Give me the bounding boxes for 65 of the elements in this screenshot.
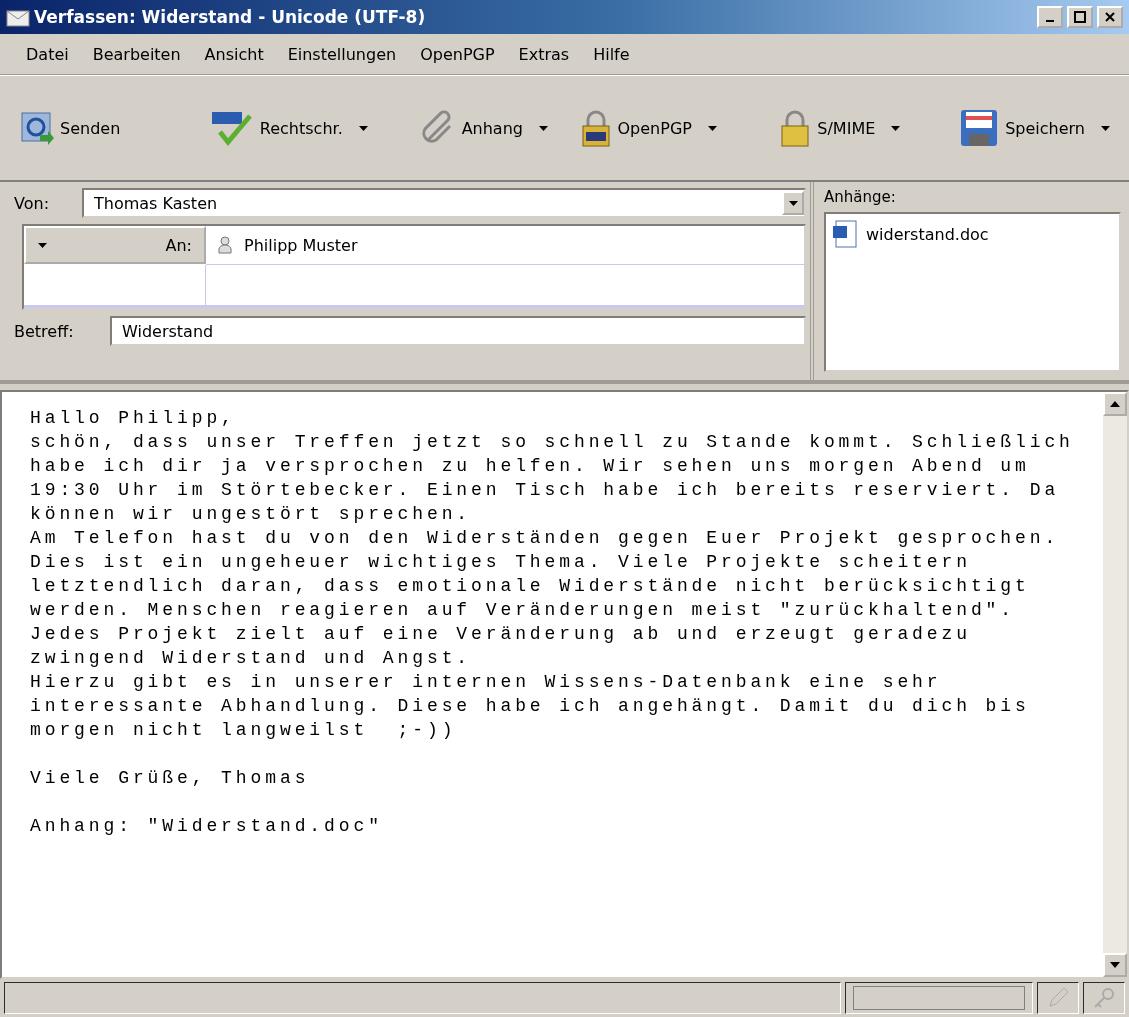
minimize-button[interactable]: [1037, 6, 1063, 28]
caret-icon: [788, 200, 798, 206]
menu-item[interactable]: Datei: [14, 44, 81, 64]
caret-icon: [891, 126, 901, 131]
caret-icon: [1101, 126, 1110, 131]
body-text-line: schön, dass unser Treffen jetzt so schnell zu Stande kommt. Schließlich: [30, 431, 1075, 454]
scroll-up-button[interactable]: [1103, 392, 1127, 416]
toolbar-button[interactable]: Speichern: [959, 108, 1129, 148]
toolbar-button[interactable]: S/MIME: [779, 108, 960, 148]
close-icon: [1105, 12, 1115, 22]
close-button[interactable]: [1097, 6, 1123, 28]
pencil-icon: [1046, 986, 1070, 1010]
envelope-icon: [6, 7, 30, 27]
body-text-line: können wir ungestört sprechen.: [30, 503, 473, 526]
empty-recipient-type-cell[interactable]: [24, 265, 206, 308]
menu-item[interactable]: Ansicht: [192, 44, 276, 64]
menu-item[interactable]: Extras: [506, 44, 582, 64]
subject-field[interactable]: Widerstand: [110, 316, 806, 346]
caret-icon: [38, 242, 47, 248]
toolbar-button[interactable]: Senden: [20, 111, 210, 145]
minimize-icon: [1046, 20, 1054, 22]
window-title: Verfassen: Widerstand - Unicode (UTF-8): [34, 7, 427, 27]
down-arrow-icon: [1110, 962, 1120, 968]
body-text-line: 19:30 Uhr im Störtebecker. Einen Tisch habe ich bereits reserviert. Da: [30, 479, 1061, 502]
body-text-line: interessante Abhandlung. Diese habe ich angehängt. Damit du dich bis: [30, 695, 1031, 718]
field-label: Betreff:: [14, 321, 75, 341]
body-text-line: Hierzu gibt es in unserer internen Wissens-Datenbank eine sehr: [30, 671, 943, 694]
body-text-line: Dies ist ein ungeheuer wichtiges Thema. Viele Projekte scheitern: [30, 551, 972, 574]
body-text-line: Jedes Projekt zielt auf eine Veränderung ab und erzeugt geradezu: [30, 623, 972, 646]
padlock-icon: [579, 108, 612, 148]
toolbar-button[interactable]: Rechtschr.: [209, 110, 420, 146]
toolbar-button[interactable]: Anhang: [419, 110, 580, 146]
menu-item[interactable]: OpenPGP: [408, 44, 507, 64]
key-icon: [1092, 986, 1116, 1010]
body-text-line: Am Telefon hast du von den Widerständen gegen Euer Projekt gesprochen.: [30, 527, 1061, 550]
person-icon: [218, 236, 232, 254]
toolbar-button[interactable]: OpenPGP: [579, 108, 780, 148]
body-text-line: morgen nicht langweilst ;-)): [30, 719, 458, 742]
up-arrow-icon: [1110, 401, 1120, 407]
menu-item[interactable]: Einstellungen: [275, 44, 409, 64]
field-label: Von:: [14, 193, 51, 213]
menu-item[interactable]: Bearbeiten: [80, 44, 193, 64]
body-text-line: habe ich dir ja versprochen zu helfen. Wir sehen uns morgen Abend um: [30, 455, 1031, 478]
padlock-icon: [779, 108, 812, 148]
spellcheck-icon: [209, 110, 254, 146]
body-text-line: Hallo Philipp,: [30, 407, 237, 430]
recipient-address[interactable]: Philipp Muster: [244, 235, 358, 255]
body-text-line: zwingend Widerstand und Angst.: [30, 647, 473, 670]
document-icon: [832, 220, 858, 248]
attachment-item[interactable]: widerstand.doc: [866, 224, 989, 244]
menu-item[interactable]: Hilfe: [581, 44, 642, 64]
envelope-icon: [20, 111, 54, 145]
recipient-type-dropdown[interactable]: An:: [24, 226, 206, 264]
caret-icon: [538, 126, 548, 131]
caret-icon: [358, 126, 368, 131]
attachments-label: Anhänge:: [824, 188, 897, 206]
body-text-line: Viele Grüße, Thomas: [30, 767, 311, 790]
maximize-icon: [1074, 11, 1086, 23]
body-text-line: Anhang: "Widerstand.doc": [30, 815, 384, 838]
sender-dropdown[interactable]: Thomas Kasten: [82, 188, 806, 218]
maximize-button[interactable]: [1067, 6, 1093, 28]
caret-icon: [707, 126, 717, 131]
body-text-line: letztendlich daran, dass emotionale Widerstände nicht berücksichtigt: [30, 575, 1031, 598]
body-text-line: werden. Menschen reagieren auf Veränderungen meist "zurückhaltend".: [30, 599, 1017, 622]
scroll-down-button[interactable]: [1103, 953, 1127, 977]
